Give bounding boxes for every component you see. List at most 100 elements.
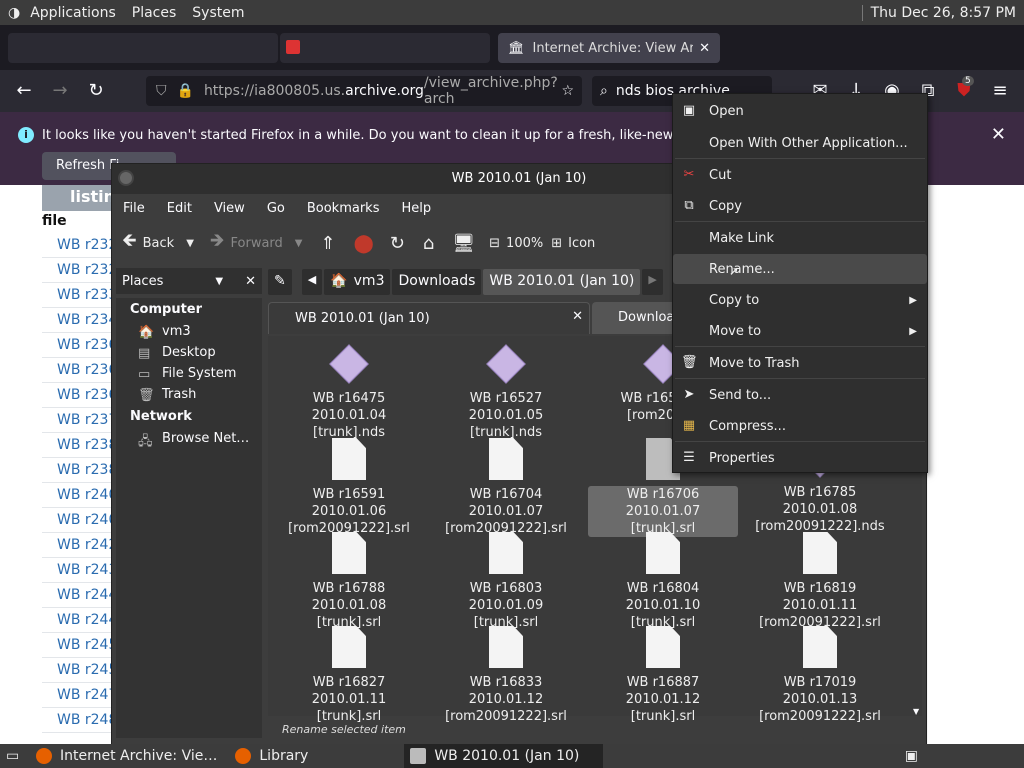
- file-link[interactable]: WB r236: [42, 383, 114, 408]
- path-right-arrow-icon[interactable]: ▶: [642, 269, 663, 295]
- file-item[interactable]: WB r16704 2010.01.07 [rom20091222].srl: [431, 438, 581, 537]
- stop-button[interactable]: ⬤: [354, 233, 380, 254]
- menu-help[interactable]: Help: [390, 201, 442, 216]
- hamburger-menu-icon[interactable]: ≡: [988, 79, 1012, 103]
- file-link[interactable]: WB r233: [42, 283, 114, 308]
- menu-view[interactable]: View: [203, 201, 256, 216]
- sidebar-selector[interactable]: Places ▼ ✕: [116, 268, 262, 294]
- back-button[interactable]: 🡸 Back ▼: [122, 228, 194, 258]
- menu-item-properties[interactable]: ☰ Properties: [673, 443, 927, 473]
- menu-item-make-link[interactable]: Make Link: [673, 223, 927, 253]
- forward-arrow-icon[interactable]: →: [48, 79, 72, 103]
- reload-button[interactable]: ↻: [390, 233, 411, 254]
- menu-edit[interactable]: Edit: [156, 201, 203, 216]
- file-link[interactable]: WB r234: [42, 308, 114, 333]
- menu-item-rename[interactable]: Rename... ➚: [673, 254, 927, 284]
- file-item[interactable]: WB r17019 2010.01.13 [rom20091222].srl: [745, 626, 895, 725]
- clock[interactable]: Thu Dec 26, 8:57 PM: [871, 5, 1024, 21]
- applications-menu[interactable]: Applications: [22, 5, 124, 21]
- scroll-down-arrow-icon[interactable]: ▼: [913, 707, 919, 716]
- back-arrow-icon[interactable]: ←: [12, 79, 36, 103]
- file-link[interactable]: WB r244: [42, 583, 114, 608]
- menu-item-compress[interactable]: ▦ Compress...: [673, 411, 927, 441]
- sidebar-item-vm3[interactable]: 🏠 vm3: [116, 321, 262, 342]
- show-desktop-icon[interactable]: ▭: [0, 744, 30, 768]
- forward-button[interactable]: 🡺 Forward ▼: [210, 228, 303, 258]
- file-item[interactable]: WB r16887 2010.01.12 [trunk].srl: [588, 626, 738, 725]
- sidebar-item-filesystem[interactable]: ▭ File System: [116, 363, 262, 384]
- tab-close-icon[interactable]: ✕: [699, 41, 710, 56]
- menu-item-open[interactable]: ▣ Open: [673, 96, 927, 126]
- path-crumb-current[interactable]: WB 2010.01 (Jan 10): [483, 269, 641, 295]
- file-link[interactable]: WB r244: [42, 608, 114, 633]
- sidebar-item-trash[interactable]: 🗑 Trash: [116, 384, 262, 405]
- taskbar-item-file-manager[interactable]: WB 2010.01 (Jan 10): [404, 744, 604, 768]
- file-item[interactable]: WB r16475 2010.01.04 [trunk].nds: [274, 344, 424, 441]
- chevron-down-icon[interactable]: ▼: [186, 238, 194, 249]
- window-menu-icon[interactable]: [118, 170, 134, 186]
- file-link[interactable]: WB r238: [42, 458, 114, 483]
- taskbar-item-library[interactable]: Library: [229, 744, 314, 768]
- chevron-down-icon[interactable]: ▼: [215, 276, 223, 287]
- menu-item-move-to-trash[interactable]: 🗑 Move to Trash: [673, 348, 927, 378]
- file-link[interactable]: WB r237: [42, 408, 114, 433]
- up-button[interactable]: ⇑: [321, 233, 342, 254]
- file-item[interactable]: WB r16819 2010.01.11 [rom20091222].srl: [745, 532, 895, 631]
- file-item[interactable]: WB r16803 2010.01.09 [trunk].srl: [431, 532, 581, 631]
- zoom-out-button[interactable]: ⊟ 100%: [489, 236, 543, 251]
- file-item[interactable]: WB r16827 2010.01.11 [trunk].srl: [274, 626, 424, 725]
- file-item[interactable]: WB r16591 2010.01.06 [rom20091222].srl: [274, 438, 424, 537]
- file-link[interactable]: WB r238: [42, 433, 114, 458]
- computer-button[interactable]: 🖥: [452, 233, 481, 254]
- menu-item-open-with[interactable]: Open With Other Application...: [673, 128, 927, 158]
- file-item[interactable]: WB r16833 2010.01.12 [rom20091222].srl: [431, 626, 581, 725]
- bookmark-star-icon[interactable]: ☆: [561, 83, 574, 99]
- file-link[interactable]: WB r245: [42, 658, 114, 683]
- tab-close-icon[interactable]: ✕: [572, 309, 583, 324]
- reload-icon[interactable]: ↻: [84, 79, 108, 103]
- file-link[interactable]: WB r240: [42, 508, 114, 533]
- taskbar-item-firefox[interactable]: Internet Archive: Vie…: [30, 744, 223, 768]
- file-link[interactable]: WB r245: [42, 633, 114, 658]
- menu-item-send-to[interactable]: ➤ Send to...: [673, 380, 927, 410]
- notice-close-icon[interactable]: ✕: [991, 124, 1006, 145]
- menu-bookmarks[interactable]: Bookmarks: [296, 201, 391, 216]
- tab-mail[interactable]: [280, 33, 490, 63]
- app-logo-icon[interactable]: ◑: [0, 5, 22, 21]
- menu-go[interactable]: Go: [256, 201, 296, 216]
- file-link[interactable]: WB r243: [42, 558, 114, 583]
- chevron-down-icon[interactable]: ▼: [295, 238, 303, 249]
- file-link[interactable]: WB r232: [42, 258, 114, 283]
- sidebar-close-icon[interactable]: ✕: [245, 274, 256, 289]
- file-link[interactable]: WB r242: [42, 533, 114, 558]
- file-item[interactable]: WB r16804 2010.01.10 [trunk].srl: [588, 532, 738, 631]
- file-link[interactable]: WB r240: [42, 483, 114, 508]
- menu-file[interactable]: File: [112, 201, 156, 216]
- url-bar[interactable]: ⛉ 🔒 https://ia800805.us. archive.org/view…: [146, 75, 582, 107]
- tab-current-folder[interactable]: WB 2010.01 (Jan 10) ✕: [268, 302, 590, 334]
- path-crumb-vm3[interactable]: 🏠 vm3: [324, 269, 391, 295]
- workspace-switcher-icon[interactable]: ▣: [899, 744, 924, 768]
- tab-internet-archive[interactable]: 🏛 Internet Archive: View Archi ✕: [498, 33, 720, 63]
- zoom-in-button[interactable]: ⊞ Icon: [551, 236, 595, 251]
- file-link[interactable]: WB r232: [42, 233, 114, 258]
- menu-item-copy[interactable]: ⧉ Copy: [673, 191, 927, 221]
- file-item[interactable]: WB r16788 2010.01.08 [trunk].srl: [274, 532, 424, 631]
- menu-item-move-to[interactable]: Move to ▶: [673, 316, 927, 346]
- tab-placeholder[interactable]: [8, 33, 278, 63]
- file-link[interactable]: WB r236: [42, 333, 114, 358]
- system-menu[interactable]: System: [184, 5, 252, 21]
- places-menu[interactable]: Places: [124, 5, 185, 21]
- file-item[interactable]: WB r16527 2010.01.05 [trunk].nds: [431, 344, 581, 441]
- file-link[interactable]: WB r236: [42, 358, 114, 383]
- menu-item-cut[interactable]: ✂ Cut: [673, 160, 927, 190]
- sidebar-item-desktop[interactable]: ▤ Desktop: [116, 342, 262, 363]
- menu-item-copy-to[interactable]: Copy to ▶: [673, 285, 927, 315]
- file-link[interactable]: WB r247: [42, 683, 114, 708]
- edit-path-icon[interactable]: ✎: [268, 269, 292, 295]
- file-link[interactable]: WB r248: [42, 708, 114, 733]
- path-crumb-downloads[interactable]: Downloads: [392, 269, 482, 295]
- sidebar-item-browse-network[interactable]: 🖧 Browse Net…: [116, 428, 262, 449]
- home-button[interactable]: ⌂: [423, 233, 440, 254]
- path-left-arrow-icon[interactable]: ◀: [301, 269, 323, 295]
